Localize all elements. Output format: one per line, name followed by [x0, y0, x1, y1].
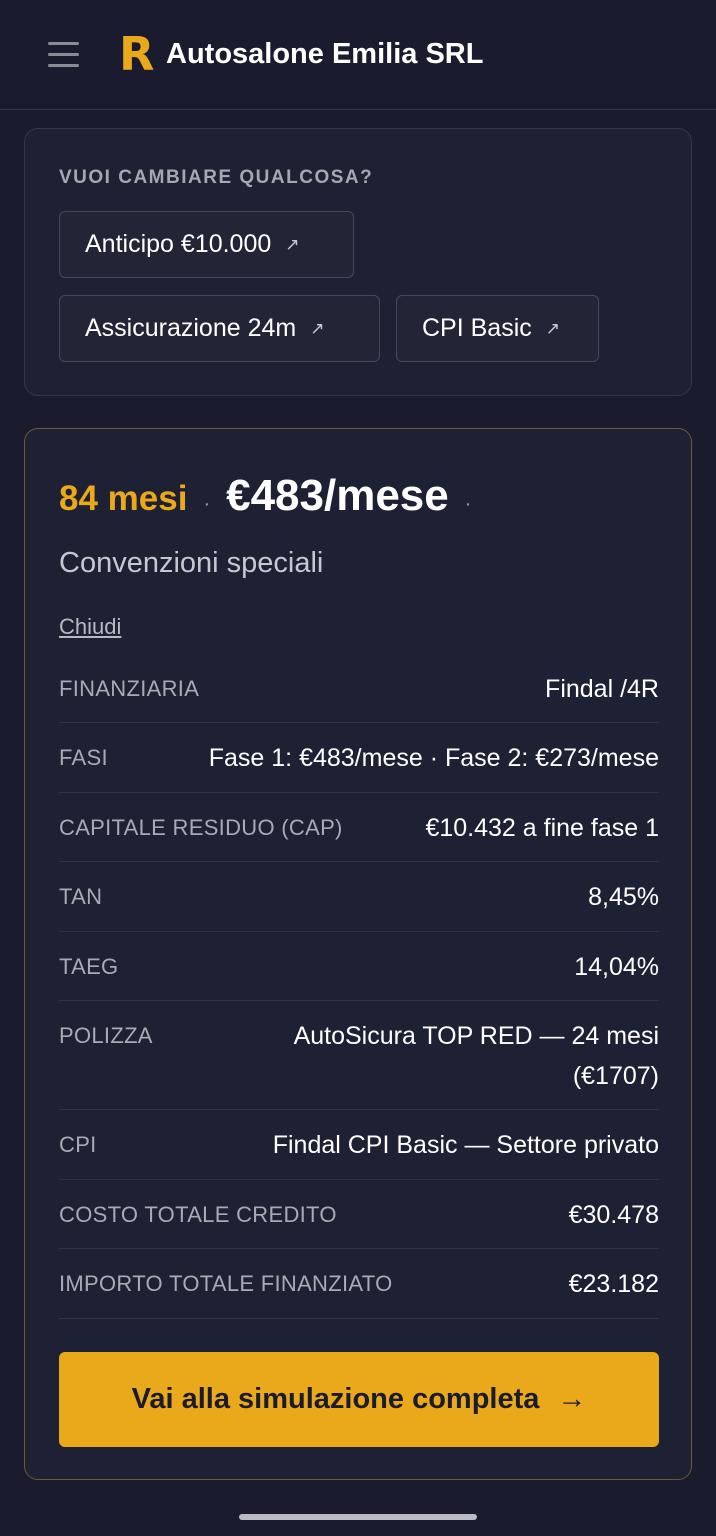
detail-value: Findal /4R — [545, 675, 659, 703]
external-arrow-icon: ↗ — [310, 318, 325, 338]
chip-label: Anticipo €10.000 — [85, 230, 272, 258]
detail-key: COSTO TOTALE CREDITO — [59, 1202, 337, 1227]
detail-key: TAN — [59, 884, 103, 909]
detail-row-costo-totale: COSTO TOTALE CREDITO €30.478 — [59, 1180, 659, 1249]
detail-value: AutoSicura TOP RED — 24 mesi — [293, 1022, 659, 1050]
chip-label: Assicurazione 24m — [85, 314, 297, 342]
separator-dot: · — [203, 493, 211, 515]
detail-row-importo-totale: IMPORTO TOTALE FINANZIATO €23.182 — [59, 1249, 659, 1319]
chip-label: CPI Basic — [422, 314, 532, 342]
offer-headline: 84 mesi · €483/mese · — [59, 471, 471, 521]
close-link[interactable]: Chiudi — [59, 614, 121, 640]
detail-row-cpi: CPI Findal CPI Basic — Settore privato — [59, 1110, 659, 1180]
detail-value: Fase 1: €483/mese · Fase 2: €273/mese — [208, 744, 659, 772]
brand-logo: R — [119, 27, 155, 81]
detail-value: €10.432 a fine fase 1 — [425, 814, 659, 842]
detail-key: IMPORTO TOTALE FINANZIATO — [59, 1271, 393, 1296]
detail-value: €23.182 — [568, 1270, 659, 1298]
detail-value: 8,45% — [588, 883, 659, 911]
detail-value: 14,04% — [574, 953, 659, 981]
detail-row-taeg: TAEG 14,04% — [59, 932, 659, 1001]
offer-monthly-price: €483/mese — [226, 471, 449, 520]
home-indicator[interactable] — [239, 1514, 477, 1520]
full-simulation-button[interactable]: Vai alla simulazione completa → — [59, 1352, 659, 1447]
cta-label: Vai alla simulazione completa — [131, 1383, 540, 1415]
chip-cpi[interactable]: CPI Basic ↗ — [396, 295, 599, 362]
detail-key: FINANZIARIA — [59, 676, 200, 701]
change-options-label: VUOI CAMBIARE QUALCOSA? — [59, 167, 374, 188]
detail-value: Findal CPI Basic — Settore privato — [272, 1131, 659, 1159]
change-options-card: VUOI CAMBIARE QUALCOSA? Anticipo €10.000… — [24, 128, 692, 396]
detail-row-fasi: FASI Fase 1: €483/mese · Fase 2: €273/me… — [59, 723, 659, 793]
detail-key: FASI — [59, 745, 108, 770]
detail-key: TAEG — [59, 954, 119, 979]
detail-row-tan: TAN 8,45% — [59, 862, 659, 932]
detail-row-finanziaria: FINANZIARIA Findal /4R — [59, 655, 659, 723]
app-header: R Autosalone Emilia SRL — [0, 0, 716, 110]
offer-card: 84 mesi · €483/mese · Convenzioni specia… — [24, 428, 692, 1480]
detail-key: CAPITALE RESIDUO (CAP) — [59, 815, 343, 840]
chip-insurance[interactable]: Assicurazione 24m ↗ — [59, 295, 380, 362]
detail-row-polizza: POLIZZA AutoSicura TOP RED — 24 mesi (€1… — [59, 1001, 659, 1110]
offer-duration: 84 mesi — [59, 479, 188, 518]
dealer-name: Autosalone Emilia SRL — [166, 38, 484, 70]
separator-dot: · — [464, 493, 472, 515]
detail-row-cap: CAPITALE RESIDUO (CAP) €10.432 a fine fa… — [59, 793, 659, 862]
detail-value: €30.478 — [568, 1201, 659, 1229]
detail-key: CPI — [59, 1132, 97, 1157]
offer-subtitle: Convenzioni speciali — [59, 547, 324, 579]
detail-key: POLIZZA — [59, 1023, 153, 1048]
arrow-right-icon: → — [557, 1383, 587, 1415]
detail-value: (€1707) — [572, 1062, 659, 1090]
menu-icon[interactable] — [48, 40, 79, 69]
external-arrow-icon: ↗ — [545, 318, 561, 338]
chip-down-payment[interactable]: Anticipo €10.000 ↗ — [59, 211, 354, 278]
external-arrow-icon: ↗ — [285, 234, 300, 254]
